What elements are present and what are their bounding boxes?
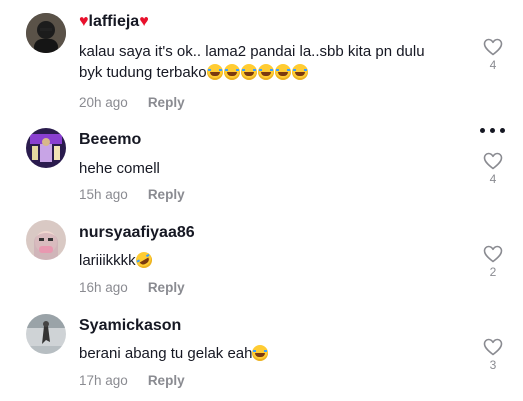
reply-button[interactable]: Reply bbox=[148, 95, 185, 110]
username[interactable]: nursyaafiyaa86 bbox=[79, 224, 195, 242]
reply-button[interactable]: Reply bbox=[148, 280, 185, 295]
rofl-emoji bbox=[132, 249, 155, 271]
reply-button[interactable]: Reply bbox=[148, 373, 185, 388]
comment-text: hehe comell bbox=[79, 160, 160, 177]
avatar[interactable] bbox=[26, 314, 66, 354]
like-button[interactable]: 2 bbox=[480, 245, 506, 279]
like-count: 3 bbox=[489, 358, 497, 372]
comment-meta: 16h ago Reply bbox=[79, 280, 185, 295]
like-button[interactable]: 4 bbox=[480, 152, 506, 186]
like-count: 2 bbox=[489, 265, 497, 279]
like-count: 4 bbox=[489, 172, 497, 186]
like-count: 4 bbox=[489, 58, 497, 72]
like-button[interactable]: 3 bbox=[480, 338, 506, 372]
heart-icon: ♥ bbox=[139, 13, 149, 30]
reply-button[interactable]: Reply bbox=[148, 187, 185, 202]
heart-icon: ♥ bbox=[79, 13, 89, 30]
comment-meta: 17h ago Reply bbox=[79, 373, 185, 388]
username[interactable]: Syamickason bbox=[79, 317, 181, 335]
tears-of-joy-emoji bbox=[252, 345, 269, 362]
avatar[interactable] bbox=[26, 13, 66, 53]
comment-meta: 15h ago Reply bbox=[79, 187, 185, 202]
comment-text: lariiikkkk bbox=[79, 249, 469, 271]
avatar[interactable] bbox=[26, 128, 66, 168]
more-options-icon[interactable] bbox=[480, 128, 506, 134]
heart-outline-icon bbox=[483, 38, 503, 56]
timestamp: 15h ago bbox=[79, 187, 128, 202]
username[interactable]: Beeemo bbox=[79, 131, 141, 149]
username[interactable]: ♥laffieja♥ bbox=[79, 13, 149, 31]
heart-outline-icon bbox=[483, 152, 503, 170]
timestamp: 16h ago bbox=[79, 280, 128, 295]
comment-meta: 20h ago Reply bbox=[79, 95, 185, 110]
timestamp: 20h ago bbox=[79, 95, 128, 110]
heart-outline-icon bbox=[483, 245, 503, 263]
comment-text: kalau saya it's ok.. lama2 pandai la..sb… bbox=[79, 43, 425, 81]
heart-outline-icon bbox=[483, 338, 503, 356]
timestamp: 17h ago bbox=[79, 373, 128, 388]
like-button[interactable]: 4 bbox=[480, 38, 506, 72]
tears-of-joy-emoji bbox=[206, 64, 309, 81]
avatar[interactable] bbox=[26, 220, 66, 260]
comment-text: berani abang tu gelak eah bbox=[79, 343, 469, 364]
